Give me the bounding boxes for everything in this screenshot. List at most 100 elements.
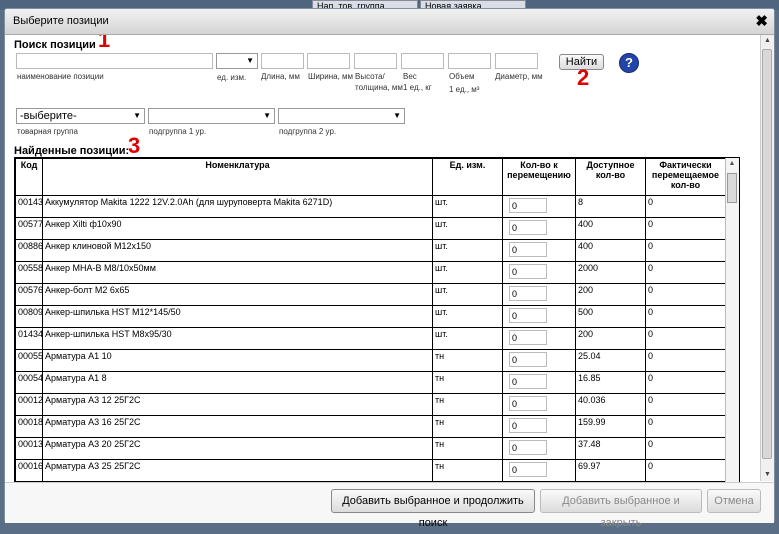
scroll-up-icon[interactable]: ▲ bbox=[726, 158, 738, 170]
table-row[interactable]: 00558Анкер МНА-В М8/10х50ммшт. 20000 bbox=[15, 261, 726, 284]
column-header-code[interactable]: Код bbox=[15, 158, 43, 196]
row-actual-cell: 0 bbox=[645, 437, 726, 460]
dialog-scrollbar[interactable]: ▲ ▼ bbox=[760, 35, 774, 481]
quantity-input[interactable] bbox=[509, 264, 547, 279]
column-header-unit[interactable]: Ед. изм. bbox=[432, 158, 503, 196]
subgroup1-label: подгруппа 1 ур. bbox=[149, 127, 207, 136]
table-row[interactable]: 00016Арматура А3 25 25Г2Стн 69.970 bbox=[15, 459, 726, 482]
subgroup2-select[interactable]: ▼ bbox=[278, 108, 405, 124]
quantity-input[interactable] bbox=[509, 396, 547, 411]
quantity-input[interactable] bbox=[509, 374, 547, 389]
weight-input[interactable] bbox=[401, 53, 444, 69]
table-row[interactable]: 01434Анкер-шпилька HST М8х95/30шт. 2000 bbox=[15, 327, 726, 350]
row-available-cell: 200 bbox=[575, 327, 646, 350]
quantity-input[interactable] bbox=[509, 308, 547, 323]
table-row[interactable]: 00055Арматура А1 10тн 25.040 bbox=[15, 349, 726, 372]
row-actual-cell: 0 bbox=[645, 261, 726, 284]
quantity-input[interactable] bbox=[509, 330, 547, 345]
table-row[interactable]: 00012Арматура А3 12 25Г2Стн 40.0360 bbox=[15, 393, 726, 416]
table-row[interactable]: 00143 Аккумулятор Makita 1222 12V.2.0Ah (… bbox=[15, 195, 726, 218]
row-code-cell: 00886 bbox=[15, 239, 43, 262]
weight-label-line1: Вес bbox=[403, 72, 417, 81]
table-row[interactable]: 00054Арматура А1 8тн 16.850 bbox=[15, 371, 726, 394]
volume-input[interactable] bbox=[448, 53, 491, 69]
dialog-footer: Добавить выбранное и продолжить поиск До… bbox=[5, 482, 774, 529]
table-row[interactable]: 00576Анкер-болт М2 6х65шт. 2000 bbox=[15, 283, 726, 306]
row-unit-cell: шт. bbox=[432, 195, 503, 218]
row-unit-cell: шт. bbox=[432, 217, 503, 240]
name-search-input[interactable] bbox=[16, 53, 213, 69]
row-qty-cell bbox=[502, 195, 576, 218]
quantity-input[interactable] bbox=[509, 220, 547, 235]
dialog-scroll-thumb[interactable] bbox=[762, 49, 772, 459]
volume-label-line1: Объем bbox=[449, 72, 475, 81]
quantity-input[interactable] bbox=[509, 352, 547, 367]
scroll-down-icon[interactable]: ▼ bbox=[761, 469, 774, 481]
row-actual-cell: 0 bbox=[645, 349, 726, 372]
row-qty-cell bbox=[502, 371, 576, 394]
length-input[interactable] bbox=[261, 53, 304, 69]
quantity-input[interactable] bbox=[509, 286, 547, 301]
width-input[interactable] bbox=[307, 53, 350, 69]
row-available-cell: 69.97 bbox=[575, 459, 646, 482]
cancel-button[interactable]: Отмена bbox=[707, 489, 761, 513]
close-icon[interactable]: ✖ bbox=[755, 12, 768, 30]
row-actual-cell: 0 bbox=[645, 239, 726, 262]
row-qty-cell bbox=[502, 459, 576, 482]
select-positions-dialog: Выберите позиции ✖ Поиск позиции 1 ▼ Най… bbox=[4, 8, 775, 529]
name-label: наименование позиции bbox=[17, 72, 104, 81]
row-unit-cell: тн bbox=[432, 437, 503, 460]
grid-scroll-thumb[interactable] bbox=[727, 173, 737, 203]
product-group-select[interactable]: -выберите- ▼ bbox=[16, 108, 145, 124]
row-qty-cell bbox=[502, 283, 576, 306]
column-header-actual[interactable]: Фактически перемещаемое кол-во bbox=[645, 158, 726, 196]
diameter-input[interactable] bbox=[495, 53, 538, 69]
row-actual-cell: 0 bbox=[645, 195, 726, 218]
column-header-available[interactable]: Доступное кол-во bbox=[575, 158, 646, 196]
row-name-cell: Арматура А1 10 bbox=[42, 349, 433, 372]
row-available-cell: 200 bbox=[575, 283, 646, 306]
row-qty-cell bbox=[502, 393, 576, 416]
table-row[interactable]: 00018Арматура А3 16 25Г2Стн 159.990 bbox=[15, 415, 726, 438]
column-header-qty[interactable]: Кол-во к перемещению bbox=[502, 158, 576, 196]
column-header-name[interactable]: Номенклатура bbox=[42, 158, 433, 196]
row-name-cell: Анкер Xilti ф10х90 bbox=[42, 217, 433, 240]
chevron-down-icon: ▼ bbox=[393, 111, 401, 120]
row-actual-cell: 0 bbox=[645, 415, 726, 438]
height-input[interactable] bbox=[354, 53, 397, 69]
row-available-cell: 8 bbox=[575, 195, 646, 218]
weight-label-line2: 1 ед., кг bbox=[403, 83, 432, 92]
annotation-marker-1: 1 bbox=[98, 35, 111, 52]
row-available-cell: 159.99 bbox=[575, 415, 646, 438]
unit-select[interactable]: ▼ bbox=[216, 53, 258, 69]
row-code-cell: 00809 bbox=[15, 305, 43, 328]
row-actual-cell: 0 bbox=[645, 283, 726, 306]
add-and-close-button[interactable]: Добавить выбранное и закрыть bbox=[540, 489, 702, 529]
row-name-cell: Анкер-шпилька HST М12*145/50 bbox=[42, 305, 433, 328]
row-available-cell: 400 bbox=[575, 239, 646, 262]
add-and-continue-button[interactable]: Добавить выбранное и продолжить поиск bbox=[331, 489, 535, 529]
chevron-down-icon: ▼ bbox=[133, 111, 141, 120]
table-row[interactable]: 00013Арматура А3 20 25Г2Стн 37.480 bbox=[15, 437, 726, 460]
quantity-input[interactable] bbox=[509, 418, 547, 433]
subgroup1-select[interactable]: ▼ bbox=[148, 108, 275, 124]
quantity-input[interactable] bbox=[509, 440, 547, 455]
row-name-cell: Арматура А3 12 25Г2С bbox=[42, 393, 433, 416]
volume-label-line2: 1 ед., м³ bbox=[449, 85, 480, 94]
row-name-cell: Арматура А3 20 25Г2С bbox=[42, 437, 433, 460]
row-name-cell: Аккумулятор Makita 1222 12V.2.0Ah (для ш… bbox=[42, 195, 433, 218]
row-available-cell: 40.036 bbox=[575, 393, 646, 416]
quantity-input[interactable] bbox=[509, 462, 547, 477]
quantity-input[interactable] bbox=[509, 198, 547, 213]
row-name-cell: Анкер-шпилька HST М8х95/30 bbox=[42, 327, 433, 350]
table-row[interactable]: 00886Анкер клиновой М12х150шт. 4000 bbox=[15, 239, 726, 262]
scroll-up-icon[interactable]: ▲ bbox=[761, 35, 774, 47]
help-icon[interactable]: ? bbox=[619, 53, 639, 73]
row-available-cell: 500 bbox=[575, 305, 646, 328]
table-row[interactable]: 00809Анкер-шпилька HST М12*145/50шт. 5000 bbox=[15, 305, 726, 328]
quantity-input[interactable] bbox=[509, 242, 547, 257]
table-row[interactable]: 00577Анкер Xilti ф10х90шт. 4000 bbox=[15, 217, 726, 240]
row-unit-cell: тн bbox=[432, 349, 503, 372]
grid-scrollbar[interactable]: ▲ bbox=[725, 158, 739, 482]
row-code-cell: 00055 bbox=[15, 349, 43, 372]
